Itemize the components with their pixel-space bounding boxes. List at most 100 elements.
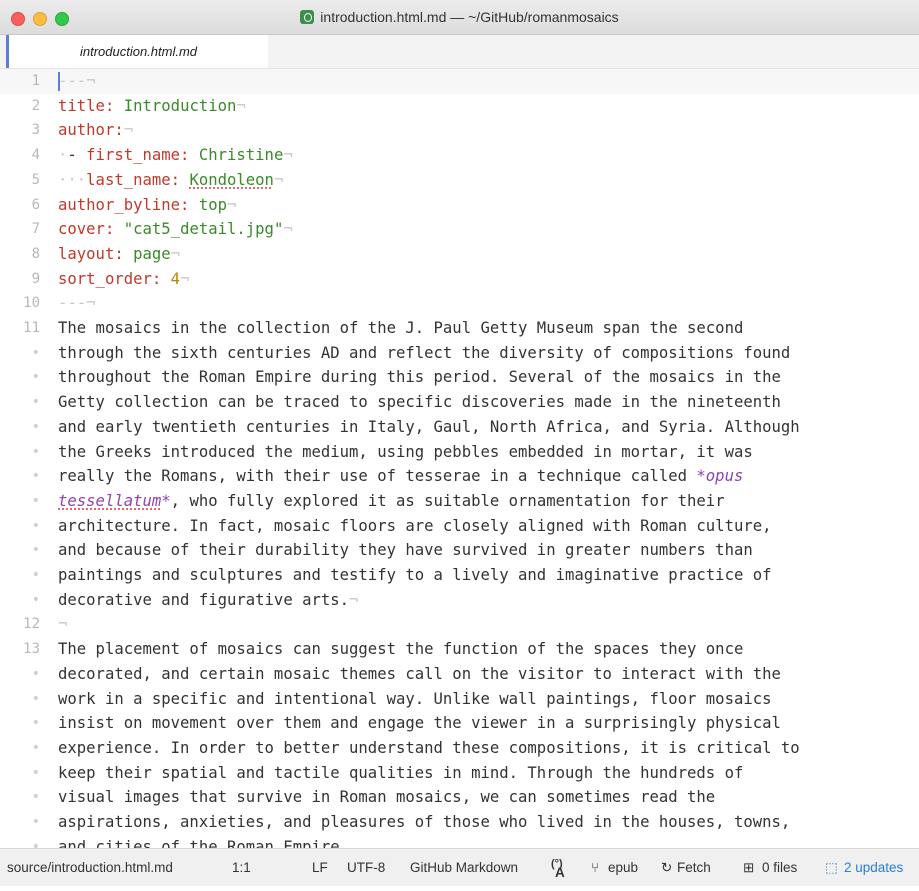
file-encoding[interactable]: UTF-8 — [347, 849, 385, 886]
package-icon: ⬚ — [825, 860, 838, 875]
tab-bar: introduction.html.md — [0, 35, 919, 69]
line-number: • — [31, 344, 40, 361]
code-token: ¬ — [123, 121, 134, 140]
editor-line[interactable]: • work in a specific and intentional way.… — [0, 687, 919, 712]
code-token: ¬ — [170, 244, 181, 263]
line-text: ¬ — [58, 612, 67, 637]
file-path[interactable]: source/introduction.html.md — [7, 849, 173, 886]
line-text: sort_order: 4¬ — [58, 267, 189, 292]
editor-line[interactable]: • decorated, and certain mosaic themes ca… — [0, 662, 919, 687]
editor-line[interactable]: 13 The placement of mosaics can suggest t… — [0, 637, 919, 662]
branch-name[interactable]: epub — [608, 849, 638, 886]
editor-line[interactable]: 3 author:¬ — [0, 118, 919, 143]
editor-line[interactable]: • through the sixth centuries AD and refl… — [0, 341, 919, 366]
editor-line[interactable]: 7 cover: "cat5_detail.jpg"¬ — [0, 217, 919, 242]
editor-line[interactable]: • really the Romans, with their use of te… — [0, 464, 919, 489]
diff-file-icon: ⊞ — [743, 860, 755, 875]
editor-line[interactable]: • insist on movement over them and engage… — [0, 711, 919, 736]
code-token: last_name: — [86, 170, 181, 189]
a-glyph: A — [555, 865, 565, 880]
line-text: Getty collection can be traced to specif… — [58, 390, 781, 415]
line-text: insist on movement over them and engage … — [58, 711, 781, 736]
line-number: • — [31, 764, 40, 781]
updates-link[interactable]: 2 updates — [844, 849, 903, 886]
code-token: page — [133, 244, 171, 263]
line-number: • — [31, 665, 40, 682]
code-token: decorative and figurative arts. — [58, 590, 350, 609]
code-token: ¬ — [180, 269, 190, 288]
editor-line[interactable]: • and because of their durability they ha… — [0, 538, 919, 563]
code-token: experience. In order to better understan… — [58, 738, 800, 757]
editor-line[interactable]: • Getty collection can be traced to speci… — [0, 390, 919, 415]
code-token: 4 — [170, 269, 181, 288]
code-token: and early twentieth centuries in Italy, … — [58, 417, 800, 436]
line-text: The placement of mosaics can suggest the… — [58, 637, 743, 662]
tab-introduction[interactable]: introduction.html.md — [6, 35, 268, 68]
code-token: ¬ — [349, 590, 359, 609]
editor-line[interactable]: 5 ···last_name: Kondoleon¬ — [0, 168, 919, 193]
changed-files[interactable]: 0 files — [762, 849, 797, 886]
code-token: The placement of mosaics can suggest the… — [58, 640, 744, 659]
line-text: work in a specific and intentional way. … — [58, 687, 772, 712]
grammar-selector[interactable]: GitHub Markdown — [410, 849, 518, 886]
editor-line[interactable]: • decorative and figurative arts.¬ — [0, 588, 919, 613]
code-token: paintings and sculptures and testify to … — [58, 566, 772, 584]
code-token: --- — [58, 72, 87, 90]
editor-line[interactable]: • paintings and sculptures and testify to… — [0, 563, 919, 588]
line-number: 6 — [31, 196, 40, 213]
line-text: tessellatum*, who fully explored it as s… — [58, 489, 725, 514]
editor-line[interactable]: 12 ¬ — [0, 612, 919, 637]
editor-line[interactable]: • the Greeks introduced the medium, using… — [0, 440, 919, 465]
editor-line[interactable]: • visual images that survive in Roman mos… — [0, 785, 919, 810]
line-number: • — [31, 739, 40, 756]
line-text: ···last_name: Kondoleon¬ — [58, 168, 283, 193]
code-token: Getty collection can be traced to specif… — [58, 393, 781, 412]
editor-line[interactable]: • keep their spatial and tactile qualitie… — [0, 761, 919, 786]
editor-line[interactable]: 4 ·- first_name: Christine¬ — [0, 143, 919, 168]
line-number: • — [31, 542, 40, 559]
code-token: tessellatum — [58, 491, 162, 510]
editor-line[interactable]: • throughout the Roman Empire during this… — [0, 365, 919, 390]
editor-line[interactable]: 8 layout: page¬ — [0, 242, 919, 267]
line-text: visual images that survive in Roman mosa… — [58, 785, 715, 810]
line-text: author:¬ — [58, 118, 133, 143]
editor-line[interactable]: 11 The mosaics in the collection of the J… — [0, 316, 919, 341]
text-editor[interactable]: 1 ---¬ 2 title: Introduction¬ 3 author:¬ 4 ·- f… — [0, 69, 919, 848]
editor-line[interactable]: • and cities of the Roman Empire. — [0, 835, 919, 848]
line-number: 8 — [31, 245, 40, 262]
line-ending[interactable]: LF — [312, 849, 328, 886]
line-text: cover: "cat5_detail.jpg"¬ — [58, 217, 293, 242]
code-token: ¬ — [86, 294, 96, 313]
editor-line[interactable]: 10 ---¬ — [0, 291, 919, 316]
code-token: ¬ — [86, 72, 96, 90]
line-number: • — [31, 369, 40, 386]
cursor-position[interactable]: 1:1 — [232, 849, 251, 886]
code-token: sort_order: — [58, 269, 162, 288]
line-number: • — [31, 814, 40, 830]
code-token: --- — [58, 294, 87, 313]
editor-line[interactable]: • experience. In order to better understa… — [0, 736, 919, 761]
line-number: 4 — [31, 147, 40, 164]
line-number: 7 — [31, 221, 40, 238]
editor-line[interactable]: • aspirations, anxieties, and pleasures o… — [0, 810, 919, 835]
editor-line[interactable]: • architecture. In fact, mosaic floors ar… — [0, 514, 919, 539]
line-text: layout: page¬ — [58, 242, 180, 267]
editor-line[interactable]: 2 title: Introduction¬ — [0, 94, 919, 119]
line-number: • — [31, 468, 40, 485]
document-icon — [300, 10, 315, 24]
line-number: 10 — [23, 295, 40, 312]
editor-line[interactable]: 1 ---¬ — [0, 69, 919, 94]
line-number: • — [31, 715, 40, 732]
editor-line[interactable]: • tessellatum*, who fully explored it as … — [0, 489, 919, 514]
line-text: really the Romans, with their use of tes… — [58, 464, 743, 489]
editor-line[interactable]: • and early twentieth centuries in Italy,… — [0, 415, 919, 440]
line-number: 13 — [23, 641, 40, 658]
editor-line[interactable]: 6 author_byline: top¬ — [0, 193, 919, 218]
editor-line[interactable]: 9 sort_order: 4¬ — [0, 267, 919, 292]
line-number: 1 — [31, 73, 40, 89]
code-token: Introduction — [123, 96, 237, 115]
fetch-button[interactable]: Fetch — [677, 849, 711, 886]
code-token: first_name: — [86, 146, 190, 165]
